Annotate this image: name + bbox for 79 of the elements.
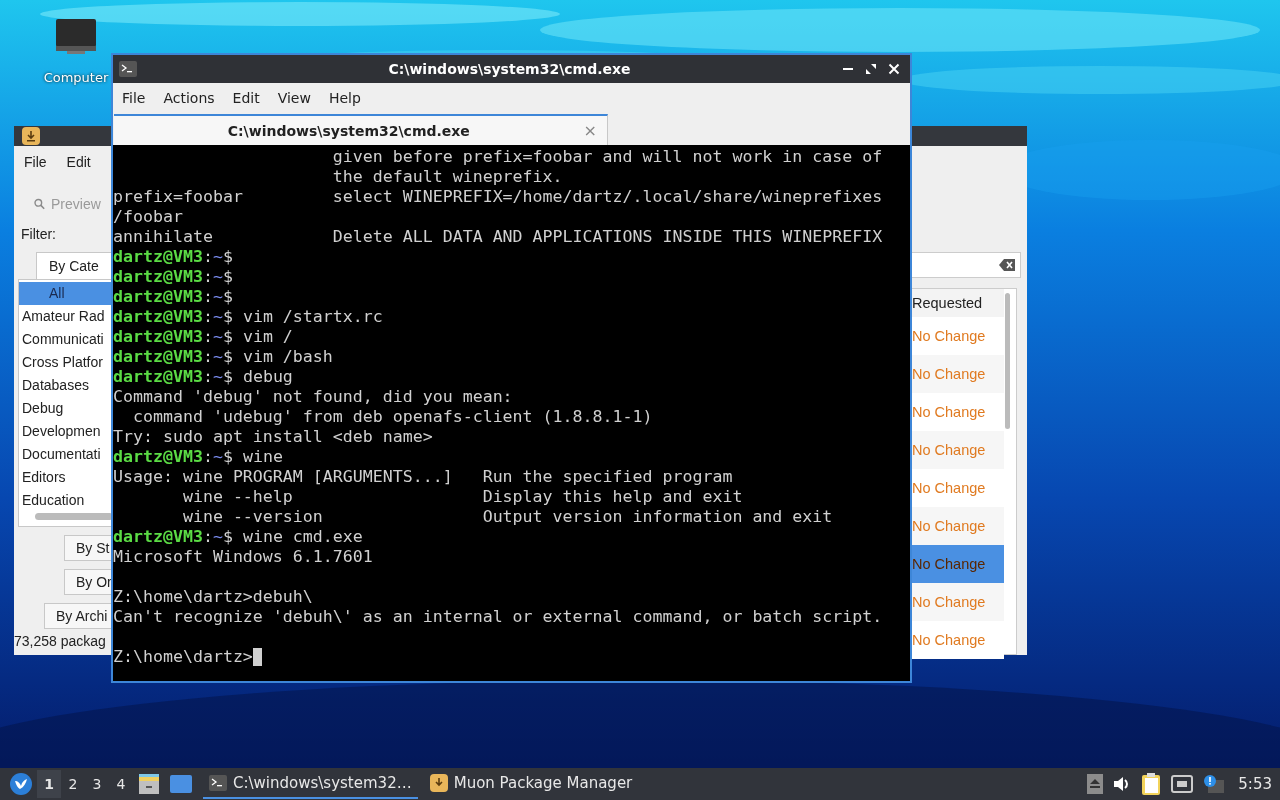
search-icon [34, 197, 45, 211]
menu-item[interactable]: Actions [154, 90, 224, 106]
clipboard-icon [1141, 773, 1162, 795]
list-item[interactable]: All [19, 282, 111, 305]
network-icon [1171, 775, 1194, 793]
workspace-button[interactable]: 3 [85, 770, 109, 798]
list-item[interactable]: Education [19, 489, 111, 512]
output-line: annihilate Delete ALL DATA AND APPLICATIONS INSIDE THIS WINEPREFIX [113, 227, 883, 247]
terminal-icon [119, 61, 137, 77]
output-line: command 'udebug' from deb openafs-client (1.8.8.1-1) [131, 407, 653, 427]
output-line: wine --version Output version information and exit [181, 507, 833, 527]
list-item[interactable]: Communicati [19, 328, 111, 351]
filter-label: Filter: [20, 225, 57, 244]
output-line: Z:\home\dartz>debuh\ [113, 587, 313, 607]
prompt-line: dartz@VM3:~$ vim / [113, 327, 293, 347]
menu-item[interactable]: File [113, 90, 155, 106]
tab[interactable]: By St [64, 535, 111, 561]
tab[interactable]: By Or [64, 569, 111, 595]
prompt-line: dartz@VM3:~$ [113, 267, 233, 287]
close-icon [888, 63, 900, 75]
menu-item[interactable]: Edit [66, 154, 91, 180]
search-field[interactable]: Preview [51, 196, 111, 212]
taskbar-button[interactable]: Muon Package Manager [423, 769, 639, 799]
output-line: prefix=foobar select WINEPREFIX=/home/dartz/.local/share/wineprefixes [113, 187, 883, 207]
list-item[interactable]: Amateur Rad [19, 305, 111, 328]
output-line: Command 'debug' not found, did you mean: [113, 387, 513, 407]
workspace-button[interactable]: 4 [109, 770, 133, 798]
list-item[interactable]: Developmen [19, 420, 111, 443]
column-header[interactable]: Requested [912, 289, 1004, 317]
clear-icon [999, 259, 1015, 271]
menu-item[interactable]: Edit [223, 90, 269, 106]
output-line: wine --help Display this help and exit [181, 487, 743, 507]
menu-item[interactable]: File [24, 154, 47, 180]
prompt-line: dartz@VM3:~$ wine cmd.exe [113, 527, 363, 547]
output-line: given before prefix=foobar and will not work in case of [331, 147, 883, 167]
prompt-line: dartz@VM3:~$ debug [113, 367, 293, 387]
window-title: C:\windows\system32\cmd.exe [387, 61, 632, 77]
table-cell[interactable]: No Change [912, 545, 1004, 583]
list-item[interactable]: Cross Platfor [19, 351, 111, 374]
menu-item[interactable]: View [268, 90, 320, 106]
notification-icon [1203, 774, 1226, 794]
terminal-icon [209, 775, 227, 791]
scrollbar[interactable] [35, 513, 113, 520]
prompt-line: dartz@VM3:~$ wine [113, 447, 283, 467]
prompt-line: dartz@VM3:~$ [113, 287, 233, 307]
list-item[interactable]: Documentati [19, 443, 111, 466]
maximize-icon [865, 63, 877, 75]
taskbar-button[interactable]: C:\windows\system32… [203, 769, 418, 799]
list-item[interactable]: Debug [19, 397, 111, 420]
desktop-icon [170, 775, 192, 793]
clock[interactable]: 5:53 [1238, 775, 1272, 793]
list-item[interactable]: Databases [19, 374, 111, 397]
input-line[interactable]: Z:\home\dartz> [113, 647, 253, 667]
tab[interactable]: By Archi [44, 603, 111, 629]
download-icon [22, 127, 40, 145]
tab[interactable]: C:\windows\system32\cmd.exe × [114, 114, 608, 145]
output-line: Microsoft Windows 6.1.7601 [113, 547, 373, 567]
text-cursor [252, 648, 262, 666]
search-field[interactable] [912, 252, 1021, 278]
monitor-icon [55, 18, 97, 54]
prompt-line: dartz@VM3:~$ [113, 247, 233, 267]
tab-label: C:\windows\system32\cmd.exe [226, 122, 471, 139]
output-line: Try: sudo apt install <deb name> [113, 427, 433, 447]
output-line: the default wineprefix. [331, 167, 563, 187]
tab[interactable]: By Cate [36, 252, 111, 279]
prompt-line: dartz@VM3:~$ vim /bash [113, 347, 333, 367]
eject-icon [1087, 774, 1104, 794]
file-cabinet-icon [138, 774, 160, 794]
scrollbar[interactable] [1005, 293, 1010, 429]
output-line: Usage: wine PROGRAM [ARGUMENTS...] Run the specified program [113, 467, 733, 487]
workspace-button[interactable]: 2 [61, 770, 85, 798]
output-line: /foobar [113, 207, 183, 227]
workspace-button[interactable]: 1 [37, 770, 61, 798]
output-line: Can't recognize 'debuh\' as an internal or external command, or batch script. [113, 607, 883, 627]
prompt-line: dartz@VM3:~$ vim /startx.rc [113, 307, 383, 327]
status-text: 73,258 packag [14, 632, 107, 649]
list-item[interactable]: Editors [19, 466, 111, 489]
menu-item[interactable]: Help [319, 90, 370, 106]
download-icon [429, 774, 448, 792]
